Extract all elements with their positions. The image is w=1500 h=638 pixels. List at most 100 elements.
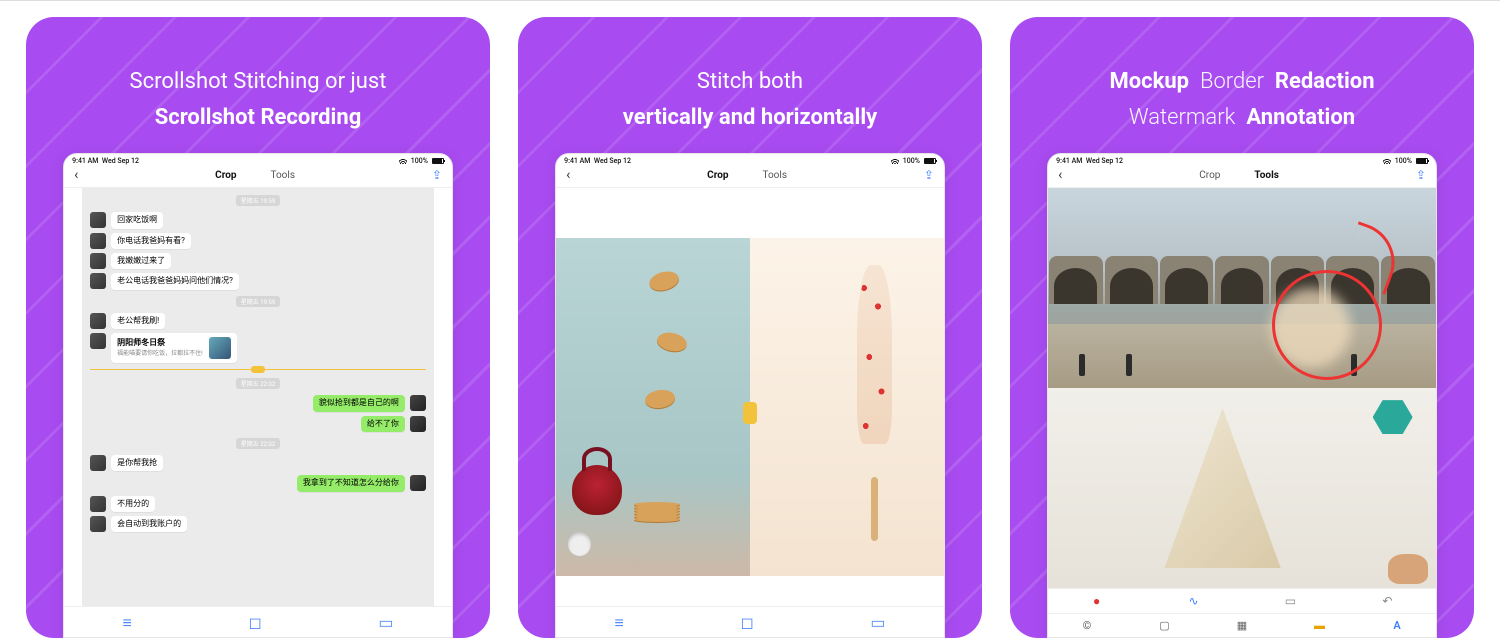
tab-crop[interactable]: Crop <box>1199 170 1220 181</box>
time-divider: 星期五 19:59 <box>236 195 280 206</box>
avatar <box>90 212 106 228</box>
avatar <box>410 475 426 491</box>
image-right <box>750 238 944 576</box>
battery-pct: 100% <box>411 157 428 165</box>
headline-1-line2: Scrollshot Recording <box>130 101 387 135</box>
export-icon[interactable]: ⇪ <box>1416 168 1426 182</box>
pancake-stack <box>634 504 681 522</box>
chat-msg-self: 我拿到了不知道怎么分给你 <box>297 475 426 491</box>
photo-room <box>1048 388 1436 588</box>
redact-icon[interactable]: ▬ <box>1281 614 1359 637</box>
avatar <box>90 496 106 512</box>
status-time: 9:41 AM Wed Sep 12 <box>1056 157 1123 165</box>
chat-msg: 老公电话我爸爸妈妈问他们情况? <box>90 273 359 289</box>
back-icon[interactable]: ‹ <box>74 168 78 182</box>
h3-redaction: Redaction <box>1275 69 1375 94</box>
wifi-icon <box>891 158 899 164</box>
person-shape <box>1079 354 1085 376</box>
status-bar: 9:41 AM Wed Sep 12 100% <box>64 154 452 166</box>
chat-msg-self: 给不了你 <box>361 416 426 432</box>
headline-2: Stitch both vertically and horizontally <box>623 65 877 135</box>
chat-msg: 我嫩嫩过来了 <box>90 253 359 269</box>
device-icon[interactable]: ▢ <box>1126 614 1204 637</box>
hand-shape <box>1388 554 1428 584</box>
battery-icon <box>432 158 444 164</box>
tab-tools[interactable]: Tools <box>763 170 787 181</box>
copyright-icon[interactable]: © <box>1048 614 1126 637</box>
back-icon[interactable]: ‹ <box>566 168 570 182</box>
avatar <box>90 233 106 249</box>
export-icon[interactable]: ⇪ <box>432 168 442 182</box>
chat-content: 星期五 19:59 回家吃饭啊 你电话我爸妈有看? 我嫩嫩过来了 老公电话我爸爸… <box>64 188 452 637</box>
popsicle-shape <box>857 265 892 495</box>
nav-bar: ‹ Crop Tools ⇪ <box>556 166 944 188</box>
record-icon[interactable]: ● <box>1048 589 1145 613</box>
tab-crop[interactable]: Crop <box>707 170 728 181</box>
avatar <box>90 333 106 349</box>
avatar <box>410 416 426 432</box>
wifi-icon <box>1383 158 1391 164</box>
screenshot-gallery: Scrollshot Stitching or just Scrollshot … <box>0 0 1500 638</box>
chat-scroll[interactable]: 星期五 19:59 回家吃饭啊 你电话我爸妈有看? 我嫩嫩过来了 老公电话我爸爸… <box>82 188 434 606</box>
image-split <box>556 238 944 576</box>
stitch-handle[interactable] <box>743 402 757 424</box>
chat-msg: 不用分的 <box>90 496 359 512</box>
status-right: 100% <box>1383 157 1428 165</box>
crop-icon[interactable]: ◻ <box>740 613 753 633</box>
nav-bar: ‹ Crop Tools ⇪ <box>64 166 452 188</box>
list-icon[interactable]: ≡ <box>122 613 131 633</box>
text-icon[interactable]: A <box>1358 614 1436 637</box>
ipad-mock-2: 9:41 AM Wed Sep 12 100% ‹ Crop Tools ⇪ <box>555 153 945 638</box>
status-time: 9:41 AM Wed Sep 12 <box>564 157 631 165</box>
promo-card-scrollshot: Scrollshot Stitching or just Scrollshot … <box>26 17 490 638</box>
image-left <box>556 238 750 576</box>
rect-icon[interactable]: ▭ <box>1242 589 1339 613</box>
h3-watermark: Watermark <box>1129 105 1236 130</box>
tab-crop[interactable]: Crop <box>215 170 236 181</box>
hanger-shape <box>1164 408 1280 568</box>
status-time: 9:41 AM Wed Sep 12 <box>72 157 139 165</box>
battery-pct: 100% <box>1395 157 1412 165</box>
rich-bubble: 阴阳师冬日祭 福能喵要请你吃饭，拉都拉不住! <box>111 333 237 363</box>
ipad-mock-1: 9:41 AM Wed Sep 12 100% ‹ Crop Tools ⇪ 星… <box>63 153 453 638</box>
link-thumb <box>209 337 231 359</box>
undo-icon[interactable]: ↶ <box>1339 589 1436 613</box>
back-icon[interactable]: ‹ <box>1058 168 1062 182</box>
avatar <box>90 253 106 269</box>
time-divider: 星期五 22:02 <box>236 438 280 449</box>
tools-toolbar: © ▢ ▦ ▬ A <box>1048 613 1436 637</box>
stitch-seam[interactable] <box>90 369 426 370</box>
annotation-toolbar: ● ∿ ▭ ↶ <box>1048 588 1436 613</box>
scribble-icon[interactable]: ∿ <box>1145 589 1242 613</box>
chat-msg: 会自动到我账户的 <box>90 516 359 532</box>
status-right: 100% <box>399 157 444 165</box>
list-icon[interactable]: ≡ <box>614 613 623 633</box>
avatar <box>90 313 106 329</box>
battery-icon <box>924 158 936 164</box>
frame-icon[interactable]: ▭ <box>378 613 393 633</box>
battery-icon <box>1416 158 1428 164</box>
avatar <box>90 273 106 289</box>
time-divider: 星期五 19:59 <box>236 296 280 307</box>
bowl-shape <box>568 532 591 555</box>
tools-content: ● ∿ ▭ ↶ © ▢ ▦ ▬ A <box>1048 188 1436 637</box>
headline-1-line1: Scrollshot Stitching or just <box>130 69 387 94</box>
chat-msg-self: 貌似抢到都是自己的啊 <box>313 395 426 411</box>
chat-msg: 老公帮我刷! <box>90 313 359 329</box>
headline-2-line1: Stitch both <box>697 69 803 94</box>
grid-icon[interactable]: ▦ <box>1203 614 1281 637</box>
chat-msg: 是你帮我抢 <box>90 455 359 471</box>
chat-msg: 回家吃饭啊 <box>90 212 359 228</box>
chat-msg-rich: 阴阳师冬日祭 福能喵要请你吃饭，拉都拉不住! <box>90 333 359 363</box>
stitch-content: ≡ ◻ ▭ <box>556 188 944 637</box>
export-icon[interactable]: ⇪ <box>924 168 934 182</box>
chat-msg: 你电话我爸妈有看? <box>90 233 359 249</box>
status-bar: 9:41 AM Wed Sep 12 100% <box>556 154 944 166</box>
hexagon-shape <box>1373 400 1413 434</box>
promo-card-tools: Mockup Border Redaction Watermark Annota… <box>1010 17 1474 638</box>
tab-tools[interactable]: Tools <box>1254 170 1278 181</box>
photo-pisa <box>1048 188 1436 388</box>
crop-icon[interactable]: ◻ <box>248 613 261 633</box>
frame-icon[interactable]: ▭ <box>870 613 885 633</box>
tab-tools[interactable]: Tools <box>271 170 295 181</box>
